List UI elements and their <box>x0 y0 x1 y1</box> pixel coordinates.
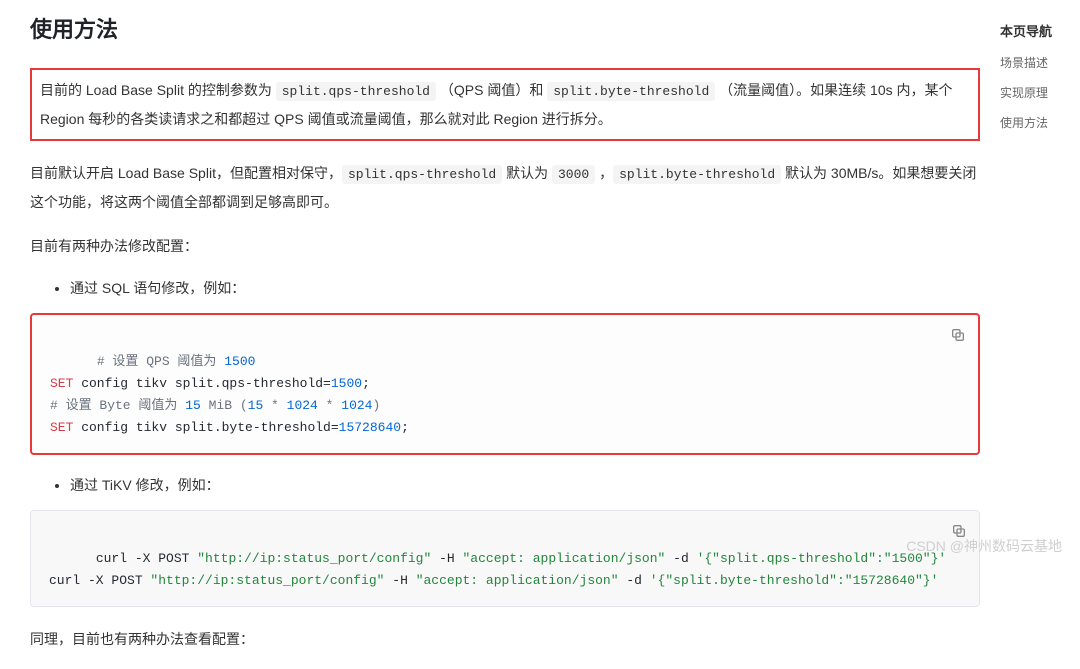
text: 默认为 <box>502 165 552 181</box>
paragraph: 目前的 Load Base Split 的控制参数为 split.qps-thr… <box>40 76 970 133</box>
code-string: '{"split.qps-threshold":"1500"}' <box>697 551 947 566</box>
paragraph: 同理，目前也有两种办法查看配置： <box>30 625 980 653</box>
code-block-sql: # 设置 QPS 阈值为 1500 SET config tikv split.… <box>30 313 980 455</box>
inline-code: split.qps-threshold <box>276 82 436 101</box>
code-string: '{"split.byte-threshold":"15728640"}' <box>650 573 939 588</box>
toc-item[interactable]: 实现原理 <box>1000 83 1070 105</box>
code-keyword: SET <box>50 376 73 391</box>
list-item: 通过 TiKV 修改，例如： <box>70 473 980 498</box>
code-punc: ; <box>362 376 370 391</box>
inline-code: split.byte-threshold <box>613 165 781 184</box>
code-keyword: SET <box>50 420 73 435</box>
code-block-curl: curl -X POST "http://ip:status_port/conf… <box>30 510 980 606</box>
text: 目前默认开启 Load Base Split，但配置相对保守， <box>30 165 342 181</box>
code-text: curl -X POST <box>49 573 150 588</box>
list-item-label: 通过 SQL 语句修改，例如： <box>70 280 245 296</box>
toc-item[interactable]: 使用方法 <box>1000 113 1070 135</box>
table-of-contents: 本页导航 场景描述 实现原理 使用方法 <box>1000 0 1080 669</box>
text: 目前的 Load Base Split 的控制参数为 <box>40 82 276 98</box>
paragraph: 目前有两种办法修改配置： <box>30 232 980 260</box>
code-comment: # 设置 QPS 阈值为 <box>97 354 224 369</box>
code-number: 1500 <box>224 354 255 369</box>
code-number: 1024 <box>341 398 372 413</box>
bullet-list: 通过 SQL 语句修改，例如： <box>30 276 980 301</box>
code-string: "http://ip:status_port/config" <box>197 551 431 566</box>
page-title: 使用方法 <box>30 10 980 50</box>
inline-code: split.byte-threshold <box>547 82 715 101</box>
code-comment: MiB ( <box>201 398 248 413</box>
code-text: -H <box>384 573 415 588</box>
code-string: "http://ip:status_port/config" <box>150 573 384 588</box>
code-punc: ; <box>401 420 409 435</box>
copy-icon[interactable] <box>946 323 970 347</box>
copy-icon[interactable] <box>947 519 971 543</box>
inline-code: 3000 <box>552 165 595 184</box>
paragraph: 目前默认开启 Load Base Split，但配置相对保守，split.qps… <box>30 159 980 216</box>
list-item: 通过 SQL 语句修改，例如： <box>70 276 980 301</box>
code-string: "accept: application/json" <box>463 551 666 566</box>
code-text: -d <box>665 551 696 566</box>
code-comment: # 设置 Byte 阈值为 <box>50 398 185 413</box>
code-comment: * <box>263 398 286 413</box>
code-string: "accept: application/json" <box>416 573 619 588</box>
code-number: 15 <box>248 398 264 413</box>
code-text: -H <box>431 551 462 566</box>
inline-code: split.qps-threshold <box>342 165 502 184</box>
code-number: 1500 <box>331 376 362 391</box>
code-text: curl -X POST <box>96 551 197 566</box>
code-number: 15 <box>185 398 201 413</box>
code-number: 1024 <box>287 398 318 413</box>
code-text: config tikv split.qps-threshold= <box>73 376 330 391</box>
code-text: config tikv split.byte-threshold= <box>73 420 338 435</box>
code-text: -d <box>619 573 650 588</box>
code-comment: ) <box>373 398 381 413</box>
code-comment: * <box>318 398 341 413</box>
highlighted-paragraph: 目前的 Load Base Split 的控制参数为 split.qps-thr… <box>30 68 980 141</box>
list-item-label: 通过 TiKV 修改，例如： <box>70 477 220 493</box>
code-number: 15728640 <box>339 420 401 435</box>
toc-item[interactable]: 场景描述 <box>1000 53 1070 75</box>
toc-title: 本页导航 <box>1000 20 1070 43</box>
text: ， <box>595 165 613 181</box>
bullet-list: 通过 TiKV 修改，例如： <box>30 473 980 498</box>
article-main: 使用方法 目前的 Load Base Split 的控制参数为 split.qp… <box>30 0 1000 669</box>
text: （QPS 阈值）和 <box>436 82 547 98</box>
